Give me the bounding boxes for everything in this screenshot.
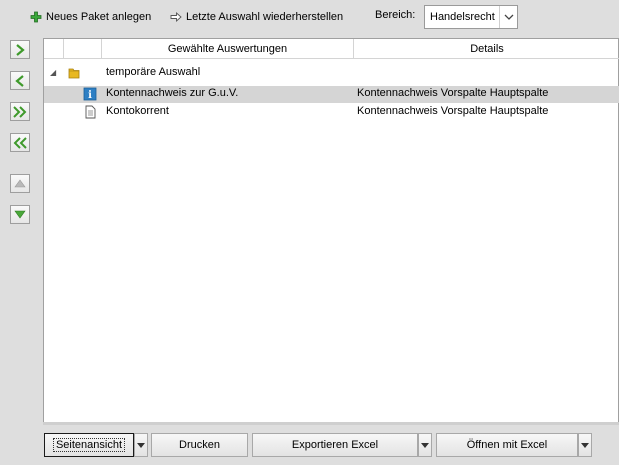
open-excel-dropdown[interactable] xyxy=(578,433,592,457)
move-up-button[interactable] xyxy=(10,174,30,193)
new-package-label: Neues Paket anlegen xyxy=(46,11,152,23)
document-icon xyxy=(85,105,96,119)
dropdown-arrow-icon xyxy=(581,442,589,448)
print-label: Drucken xyxy=(179,439,220,451)
chevron-right-icon xyxy=(16,43,25,56)
triangle-up-icon xyxy=(14,179,26,188)
expand-toggle-icon[interactable]: ◢ xyxy=(50,68,56,77)
remove-all-button[interactable] xyxy=(10,133,30,152)
selection-grid: Gewählte Auswertungen Details ◢ temporär… xyxy=(43,38,619,422)
chevron-left-icon xyxy=(15,74,24,87)
move-down-button[interactable] xyxy=(10,205,30,224)
grid-header: Gewählte Auswertungen Details xyxy=(44,39,619,59)
row-details: Kontennachweis Vorspalte Hauptspalte xyxy=(357,87,549,99)
dropdown-arrow-icon xyxy=(421,442,429,448)
row-name: Kontokorrent xyxy=(106,105,169,117)
grid-bottom-edge xyxy=(43,422,619,425)
table-row[interactable]: i Kontennachweis zur G.u.V. Kontennachwe… xyxy=(44,86,619,103)
group-row[interactable]: ◢ temporäre Auswahl xyxy=(44,65,619,82)
column-header-selected-reports[interactable]: Gewählte Auswertungen xyxy=(102,39,354,59)
chevron-down-icon[interactable] xyxy=(499,6,517,28)
page-view-button[interactable]: Seitenansicht xyxy=(44,433,134,457)
remove-button[interactable] xyxy=(10,71,30,90)
new-package-button[interactable]: Neues Paket anlegen xyxy=(30,9,151,25)
plus-icon xyxy=(30,11,42,23)
column-header-details[interactable]: Details xyxy=(354,39,619,59)
grid-header-indent xyxy=(44,39,64,59)
export-excel-dropdown[interactable] xyxy=(418,433,432,457)
export-excel-button[interactable]: Exportieren Excel xyxy=(252,433,418,457)
add-button[interactable] xyxy=(10,40,30,59)
restore-selection-button[interactable]: Letzte Auswahl wiederherstellen xyxy=(170,9,343,25)
restore-selection-label: Letzte Auswahl wiederherstellen xyxy=(186,11,344,23)
triangle-down-icon xyxy=(14,210,26,219)
group-label: temporäre Auswahl xyxy=(106,66,201,78)
export-excel-label: Exportieren Excel xyxy=(291,439,379,451)
toolbar: Neues Paket anlegen Letzte Auswahl wiede… xyxy=(0,0,619,34)
dropdown-arrow-icon xyxy=(137,442,145,448)
folder-icon xyxy=(68,68,80,79)
row-name: Kontennachweis zur G.u.V. xyxy=(106,87,239,99)
print-button[interactable]: Drucken xyxy=(151,433,248,457)
open-excel-label: Öffnen mit Excel xyxy=(466,439,548,451)
svg-text:i: i xyxy=(88,90,92,101)
info-icon: i xyxy=(83,87,97,101)
table-row[interactable]: Kontokorrent Kontennachweis Vorspalte Ha… xyxy=(44,104,619,121)
grid-header-icon-col xyxy=(64,39,102,59)
open-excel-button[interactable]: Öffnen mit Excel xyxy=(436,433,578,457)
double-chevron-left-icon xyxy=(13,136,27,149)
scope-label: Bereich: xyxy=(375,9,416,21)
add-all-button[interactable] xyxy=(10,102,30,121)
page-view-label: Seitenansicht xyxy=(52,438,126,452)
double-chevron-right-icon xyxy=(13,105,27,118)
row-details: Kontennachweis Vorspalte Hauptspalte xyxy=(357,105,549,117)
arrow-right-icon xyxy=(170,11,182,23)
scope-select-value: Handelsrecht xyxy=(430,11,495,23)
page-view-dropdown[interactable] xyxy=(134,433,148,457)
scope-select[interactable]: Handelsrecht xyxy=(424,5,518,29)
